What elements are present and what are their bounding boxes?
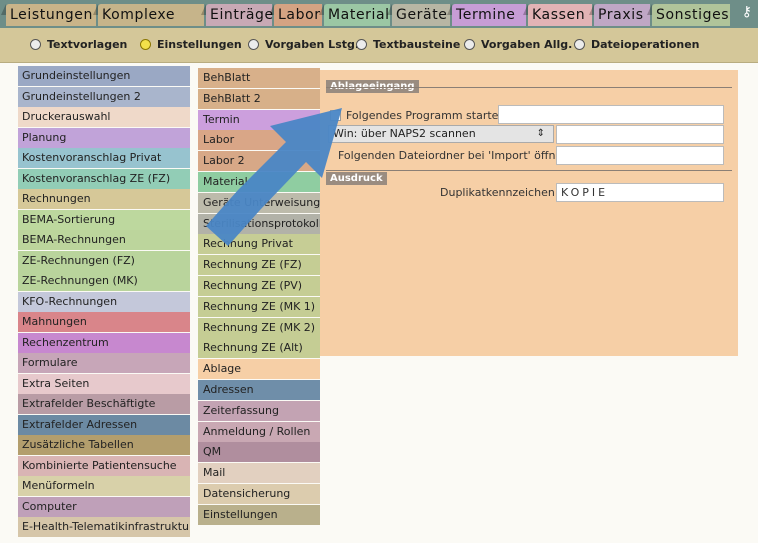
left-item-7[interactable]: BEMA-Sortierung	[18, 209, 190, 230]
sub-item-7[interactable]: Sterilisationsprotokoll	[198, 213, 320, 234]
sub-item-6[interactable]: Geräte Unterweisung / Rente	[198, 192, 320, 213]
radio-option-4[interactable]: Vorgaben Allg.	[464, 37, 572, 53]
left-item-19[interactable]: Kombinierte Patientensuche	[18, 455, 190, 476]
module-tab-bar: LeistungenKomplexe POAEinträgeLaborMater…	[0, 0, 758, 45]
select-spinner-icon: ⇕	[536, 128, 545, 139]
radio-button-icon[interactable]	[30, 39, 41, 50]
sub-item-11[interactable]: Rechnung ZE (MK 1)	[198, 296, 320, 317]
scan-option-field[interactable]	[556, 125, 724, 144]
radio-button-icon[interactable]	[464, 39, 475, 50]
sub-item-17[interactable]: Anmeldung / Rollen	[198, 421, 320, 442]
radio-option-label: Einstellungen	[157, 38, 242, 51]
sub-item-8[interactable]: Rechnung Privat	[198, 234, 320, 255]
left-item-2[interactable]: Druckerauswahl	[18, 107, 190, 127]
top-tab-8[interactable]: Praxis	[589, 4, 650, 26]
left-item-16[interactable]: Extrafelder Beschäftigte	[18, 394, 190, 414]
sub-item-10[interactable]: Rechnung ZE (PV)	[198, 275, 320, 296]
left-item-6[interactable]: Rechnungen	[18, 189, 190, 209]
radio-option-label: Dateioperationen	[591, 38, 700, 51]
left-item-22[interactable]: E-Health-Telematikinfrastruktur	[18, 517, 190, 537]
left-item-18[interactable]: Zusätzliche Tabellen	[18, 435, 190, 455]
left-item-12[interactable]: Mahnungen	[18, 312, 190, 332]
left-item-8[interactable]: BEMA-Rechnungen	[18, 230, 190, 250]
radio-option-label: Vorgaben Allg.	[481, 38, 573, 51]
radio-option-3[interactable]: Textbausteine	[356, 37, 460, 53]
start-program-checkbox[interactable]	[330, 110, 341, 121]
sub-item-19[interactable]: Mail	[198, 463, 320, 484]
left-item-17[interactable]: Extrafelder Adressen	[18, 414, 190, 435]
radio-option-5[interactable]: Dateioperationen	[574, 37, 700, 53]
left-item-9[interactable]: ZE-Rechnungen (FZ)	[18, 250, 190, 271]
top-tab-0[interactable]: Leistungen	[1, 4, 96, 26]
radio-option-label: Vorgaben Lstg.	[265, 38, 360, 51]
left-item-14[interactable]: Formulare	[18, 353, 190, 373]
sub-item-16[interactable]: Zeiterfassung	[198, 400, 320, 421]
import-folder-label: Folgenden Dateiordner bei 'Import' öffne…	[338, 149, 573, 162]
radio-button-icon[interactable]	[248, 39, 259, 50]
radio-option-label: Textvorlagen	[47, 38, 128, 51]
scan-method-selected-value: Win: über NAPS2 scannen	[333, 127, 476, 140]
settings-sub-list: BehBlatt BehBlatt 2 Termin Labor Labor 2 Mate…	[198, 68, 320, 526]
scan-method-select[interactable]: Win: über NAPS2 scannen ⇕	[328, 125, 554, 143]
sub-item-5[interactable]: Material	[198, 171, 320, 192]
sub-item-3[interactable]: Labor	[198, 130, 320, 151]
section-divider	[326, 87, 732, 88]
duplicate-marker-label: Duplikatkennzeichen:	[440, 186, 559, 199]
radio-button-icon[interactable]	[356, 39, 367, 50]
top-tab-1[interactable]: Komplexe POA	[93, 4, 204, 45]
sub-item-12[interactable]: Rechnung ZE (MK 2)	[198, 317, 320, 338]
left-item-21[interactable]: Computer	[18, 496, 190, 517]
sub-item-18[interactable]: QM	[198, 442, 320, 463]
radio-button-icon[interactable]	[140, 39, 151, 50]
sub-item-15[interactable]: Adressen	[198, 379, 320, 400]
top-tab-6[interactable]: Termine	[447, 4, 526, 26]
start-program-label: Folgendes Programm starten:	[346, 109, 510, 122]
top-tab-7[interactable]: Kassen	[523, 4, 592, 26]
left-item-10[interactable]: ZE-Rechnungen (MK)	[18, 271, 190, 291]
top-tab-4[interactable]: Material	[319, 4, 390, 26]
sub-item-0[interactable]: BehBlatt	[198, 68, 320, 88]
ablage-settings-panel: Ablageeingang Folgendes Programm starten…	[320, 70, 738, 356]
radio-option-2[interactable]: Vorgaben Lstg.	[248, 37, 359, 53]
sub-item-13[interactable]: Rechnung ZE (Alt)	[198, 338, 320, 359]
duplicate-marker-field[interactable]: KOPIE	[556, 183, 724, 202]
program-path-field[interactable]	[498, 105, 724, 124]
left-item-3[interactable]: Planung	[18, 127, 190, 148]
sub-item-9[interactable]: Rechnung ZE (FZ)	[198, 255, 320, 276]
left-item-13[interactable]: Rechenzentrum	[18, 332, 190, 353]
sub-item-14[interactable]: Ablage	[198, 359, 320, 380]
radio-button-icon[interactable]	[574, 39, 585, 50]
left-item-0[interactable]: Grundeinstellungen	[18, 66, 190, 86]
sub-item-21[interactable]: Einstellungen	[198, 504, 320, 525]
settings-left-list: Grundeinstellungen Grundeinstellungen 2 Dr…	[18, 66, 190, 538]
top-tab-2[interactable]: Einträge	[201, 4, 273, 26]
key-icon[interactable]: ⚷	[742, 4, 752, 20]
sub-item-4[interactable]: Labor 2	[198, 151, 320, 172]
import-folder-field[interactable]	[556, 146, 724, 165]
section-divider	[326, 170, 732, 171]
radio-option-1[interactable]: Einstellungen	[140, 37, 242, 53]
radio-option-0[interactable]: Textvorlagen	[30, 37, 127, 53]
top-tab-9[interactable]: Sonstiges	[647, 4, 730, 26]
left-item-1[interactable]: Grundeinstellungen 2	[18, 86, 190, 107]
left-item-20[interactable]: Menüformeln	[18, 476, 190, 496]
left-item-5[interactable]: Kostenvoranschlag ZE (FZ)	[18, 168, 190, 189]
top-tab-3[interactable]: Labor	[269, 4, 322, 26]
left-item-15[interactable]: Extra Seiten	[18, 373, 190, 394]
sub-item-2[interactable]: Termin	[198, 109, 320, 130]
section-title-ausdruck: Ausdruck	[326, 172, 387, 185]
left-item-4[interactable]: Kostenvoranschlag Privat	[18, 148, 190, 168]
sub-item-1[interactable]: BehBlatt 2	[198, 88, 320, 109]
left-item-11[interactable]: KFO-Rechnungen	[18, 291, 190, 312]
sub-item-20[interactable]: Datensicherung	[198, 483, 320, 504]
top-tab-5[interactable]: Geräte	[387, 4, 450, 26]
settings-category-radio-bar: Textvorlagen Einstellungen Vorgaben Lstg. T…	[0, 28, 758, 63]
radio-option-label: Textbausteine	[373, 38, 461, 51]
